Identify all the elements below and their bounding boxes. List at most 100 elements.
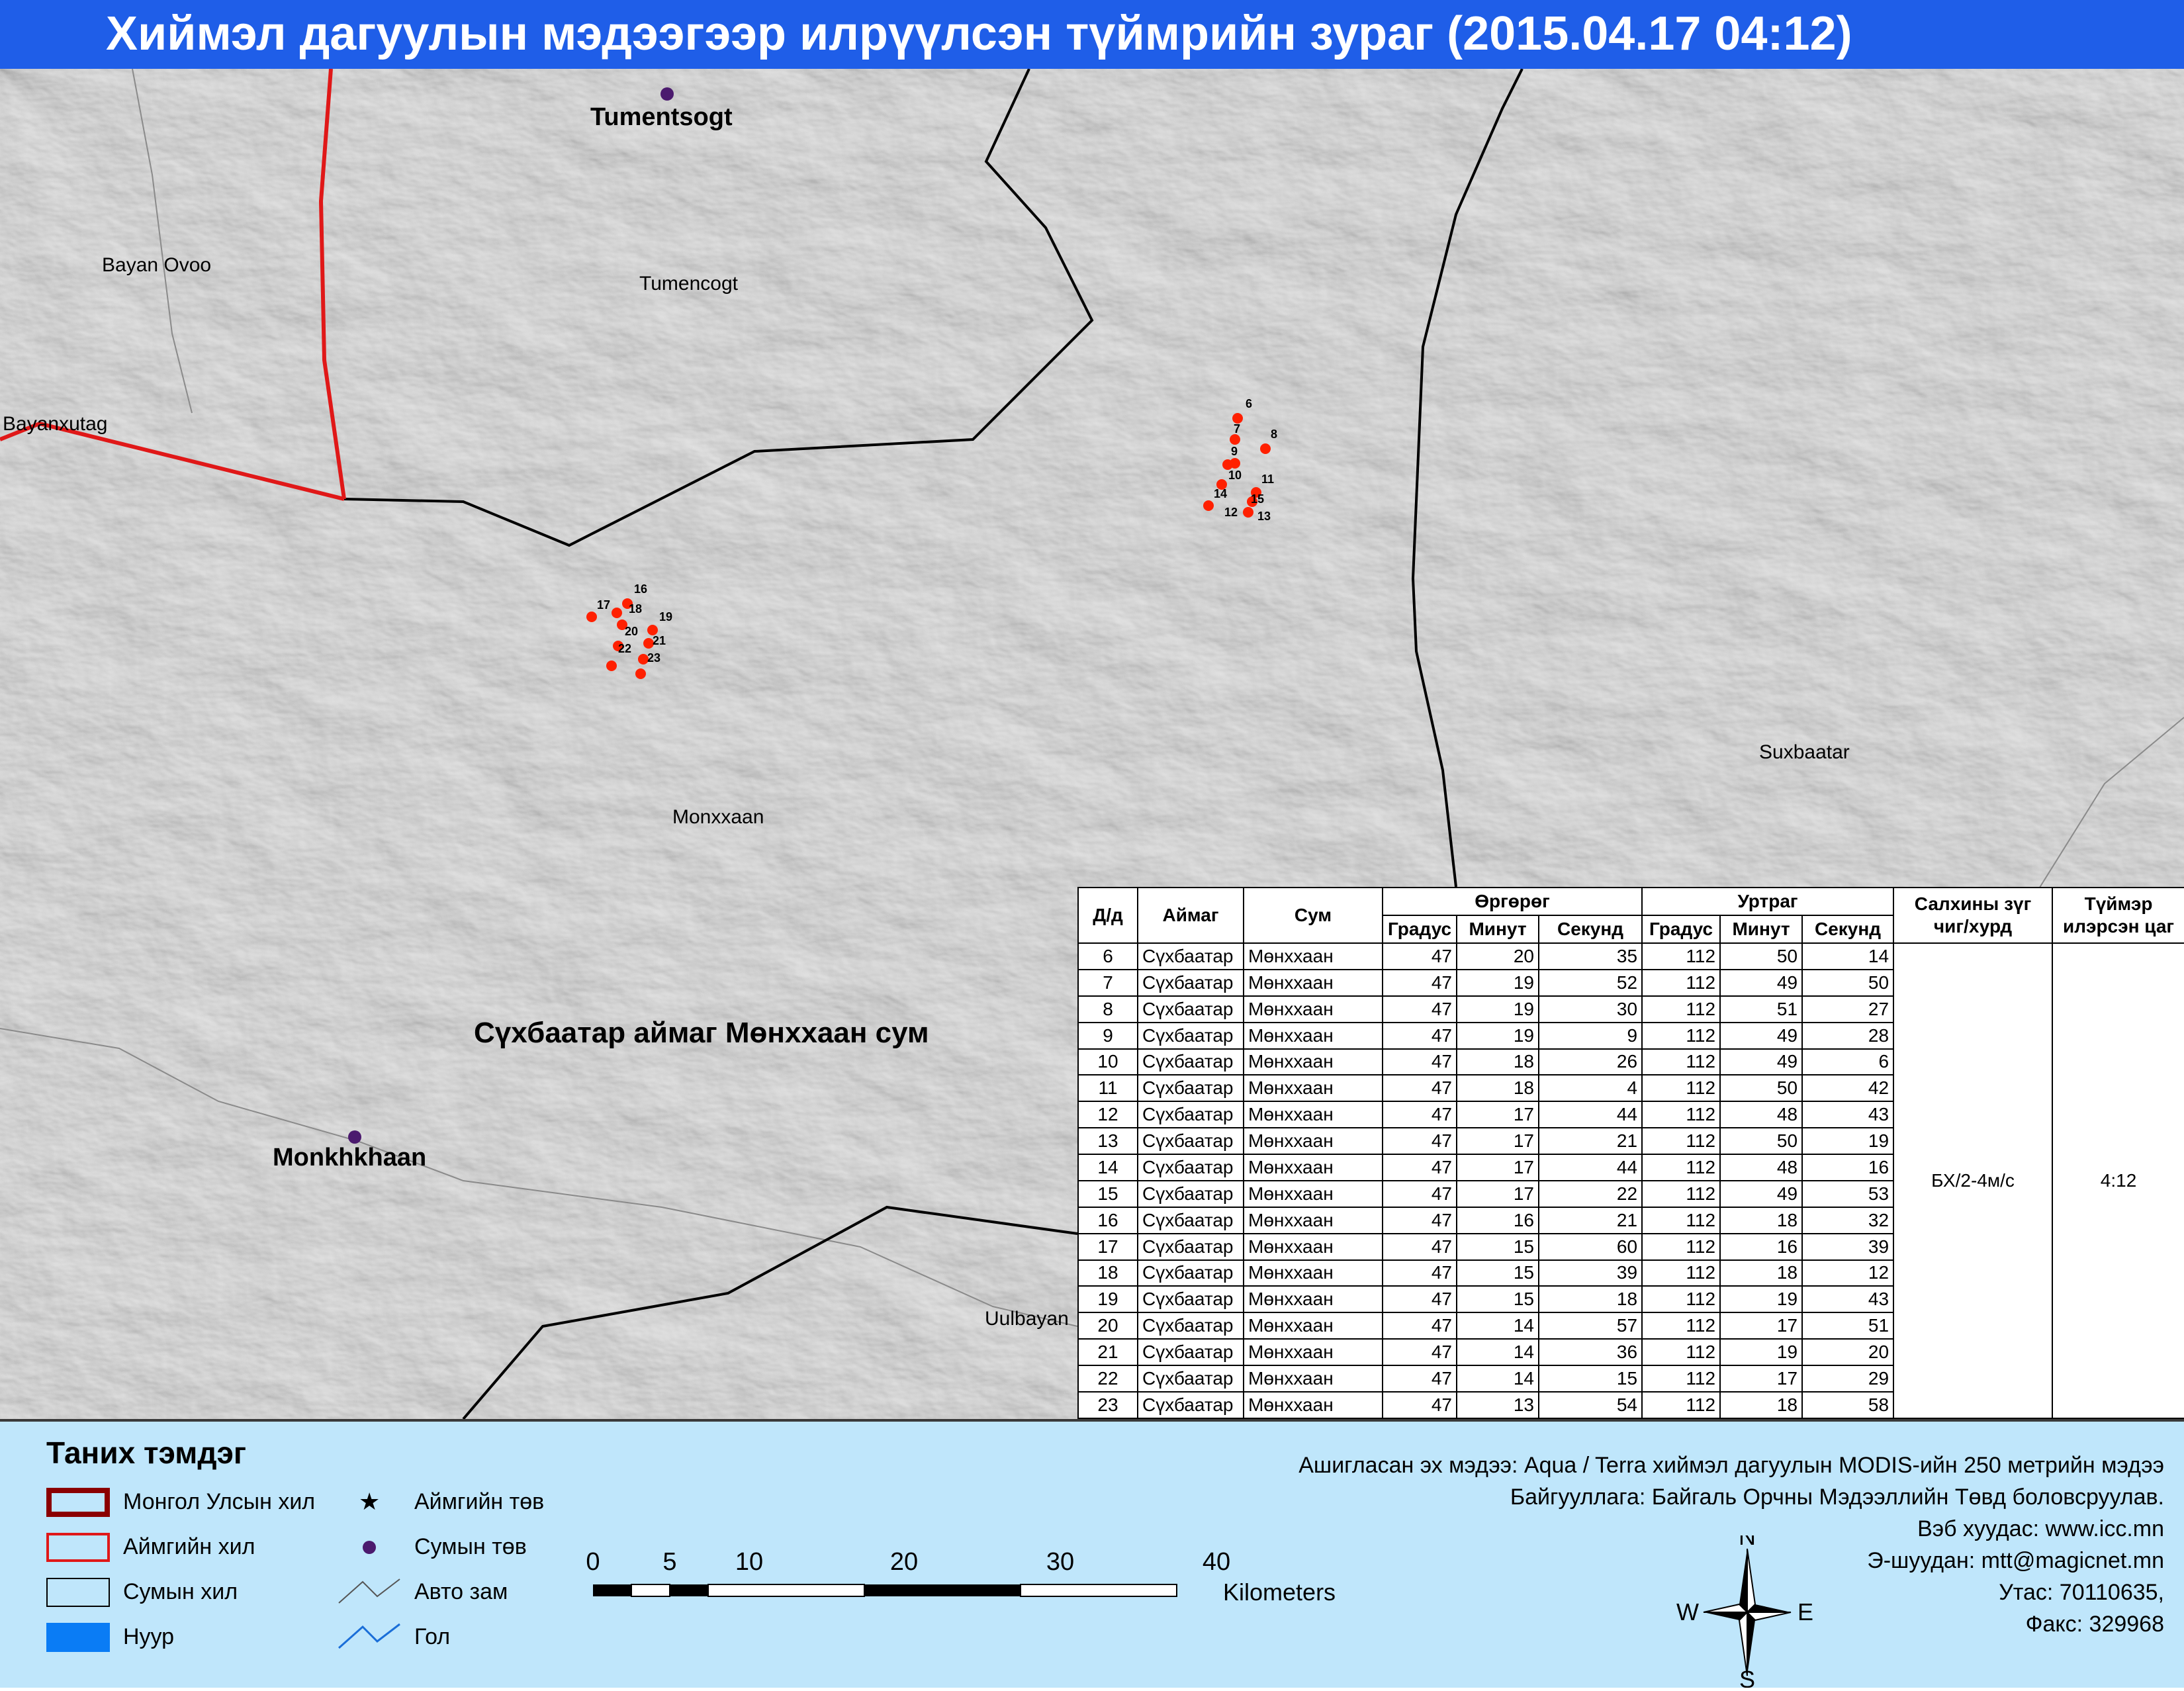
header-sum: Сум xyxy=(1243,887,1383,944)
fire-point-extra[interactable] xyxy=(606,661,617,671)
sum-border-swatch xyxy=(46,1578,110,1607)
cell-dd: 9 xyxy=(1077,1021,1138,1050)
cell-dd: 20 xyxy=(1077,1312,1138,1340)
sum-center-monkhkhaan[interactable] xyxy=(348,1130,361,1144)
cell-lon-degree: 112 xyxy=(1641,1021,1721,1050)
cell-aimag: Сүхбаатар xyxy=(1137,1048,1244,1076)
legend-aimag-border: Аймгийн хил xyxy=(123,1534,255,1559)
legend-road: Авто зам xyxy=(414,1579,508,1604)
fire-label-10: 10 xyxy=(1228,469,1242,482)
fire-point-8[interactable] xyxy=(1260,443,1271,454)
cell-lat-minute: 15 xyxy=(1456,1259,1539,1287)
cell-lon-minute: 17 xyxy=(1719,1312,1803,1340)
label-bayan-ovoo: Bayan Ovoo xyxy=(102,254,212,276)
fire-label-14: 14 xyxy=(1214,487,1227,500)
cell-lat-minute: 20 xyxy=(1456,942,1539,970)
cell-lat-degree: 47 xyxy=(1382,1021,1457,1050)
cell-aimag: Сүхбаатар xyxy=(1137,1232,1244,1261)
cell-lon-minute: 18 xyxy=(1719,1391,1803,1420)
cell-dd: 22 xyxy=(1077,1365,1138,1393)
cell-lon-degree: 112 xyxy=(1641,1048,1721,1076)
scale-bar-graphic: 0 5 10 20 30 40 Kilometers xyxy=(586,1548,1336,1606)
cell-aimag: Сүхбаатар xyxy=(1137,1391,1244,1420)
cell-aimag: Сүхбаатар xyxy=(1137,1074,1244,1103)
cell-aimag: Сүхбаатар xyxy=(1137,1285,1244,1314)
cell-lon-minute: 48 xyxy=(1719,1101,1803,1129)
cell-lat-degree: 47 xyxy=(1382,942,1457,970)
cell-lon-minute: 49 xyxy=(1719,1021,1803,1050)
label-tumentsogt: Tumentsogt xyxy=(590,103,733,131)
label-region: Сүхбаатар аймаг Мөнххаан сум xyxy=(474,1017,929,1049)
cell-lat-degree: 47 xyxy=(1382,1259,1457,1287)
cell-lon-minute: 50 xyxy=(1719,942,1803,970)
cell-lon-degree: 112 xyxy=(1641,1312,1721,1340)
cell-lat-second: 15 xyxy=(1537,1365,1643,1393)
cell-lat-minute: 18 xyxy=(1456,1048,1539,1076)
cell-sum: Мөнххаан xyxy=(1243,1179,1383,1208)
cell-lon-minute: 19 xyxy=(1719,1338,1803,1366)
header-aimag: Аймаг xyxy=(1137,887,1244,944)
compass-e: E xyxy=(1797,1598,1813,1625)
cell-lat-degree: 47 xyxy=(1382,1154,1457,1181)
compass-s: S xyxy=(1739,1666,1755,1688)
cell-lon-degree: 112 xyxy=(1641,942,1721,970)
cell-wind: БХ/2-4м/с xyxy=(1893,942,2054,1419)
legend-country-border: Монгол Улсын хил xyxy=(123,1489,316,1514)
cell-lon-second: 43 xyxy=(1801,1285,1895,1314)
cell-lon-second: 32 xyxy=(1801,1206,1895,1234)
cell-lat-second: 57 xyxy=(1537,1312,1643,1340)
header-lat-second: Секунд xyxy=(1537,915,1643,944)
fire-label-17: 17 xyxy=(597,598,610,612)
fire-point-17[interactable] xyxy=(586,612,597,622)
cell-lon-second: 19 xyxy=(1801,1127,1895,1155)
cell-lat-second: 30 xyxy=(1537,995,1643,1023)
fire-point-13[interactable] xyxy=(1243,507,1253,518)
cell-lat-minute: 14 xyxy=(1456,1312,1539,1340)
fire-label-16: 16 xyxy=(634,582,647,596)
fire-point-extra[interactable] xyxy=(635,668,646,679)
label-monxxaan: Monxxaan xyxy=(672,806,764,828)
cell-aimag: Сүхбаатар xyxy=(1137,1365,1244,1393)
cell-lat-minute: 14 xyxy=(1456,1338,1539,1366)
compass-icon: N S E W xyxy=(1676,1523,1813,1691)
cell-aimag: Сүхбаатар xyxy=(1137,1259,1244,1287)
fire-point-12[interactable] xyxy=(1203,500,1214,511)
cell-lon-second: 27 xyxy=(1801,995,1895,1023)
cell-lat-minute: 17 xyxy=(1456,1154,1539,1181)
cell-lon-second: 50 xyxy=(1801,968,1895,997)
cell-sum: Мөнххаан xyxy=(1243,1232,1383,1261)
scale-bar: 0 5 10 20 30 40 Kilometers xyxy=(582,1522,1390,1612)
cell-dd: 14 xyxy=(1077,1154,1138,1181)
cell-lat-second: 22 xyxy=(1537,1179,1643,1208)
cell-lon-minute: 50 xyxy=(1719,1127,1803,1155)
fire-point-18[interactable] xyxy=(612,608,622,618)
river-line-icon xyxy=(338,1623,400,1649)
cell-sum: Мөнххаан xyxy=(1243,968,1383,997)
legend-sum-center: Сумын төв xyxy=(414,1534,527,1559)
cell-sum: Мөнххаан xyxy=(1243,1285,1383,1314)
header-lon-second: Секунд xyxy=(1801,915,1895,944)
cell-sum: Мөнххаан xyxy=(1243,1127,1383,1155)
cell-sum: Мөнххаан xyxy=(1243,1391,1383,1420)
cell-aimag: Сүхбаатар xyxy=(1137,942,1244,970)
cell-lat-second: 60 xyxy=(1537,1232,1643,1261)
cell-aimag: Сүхбаатар xyxy=(1137,1338,1244,1366)
fire-point-7[interactable] xyxy=(1230,434,1240,445)
fire-label-23: 23 xyxy=(647,651,660,664)
table-body: 6 Сүхбаатар Мөнххаан 47 20 35 112 50 14 БХ/2-4м/с… xyxy=(1077,942,2184,1420)
compass-rose: N S E W xyxy=(1668,1523,1827,1691)
cell-lon-degree: 112 xyxy=(1641,1365,1721,1393)
cell-lon-minute: 18 xyxy=(1719,1259,1803,1287)
cell-sum: Мөнххаан xyxy=(1243,1154,1383,1181)
cell-lon-minute: 18 xyxy=(1719,1206,1803,1234)
cell-lat-minute: 19 xyxy=(1456,968,1539,997)
sum-center-tumentsogt[interactable] xyxy=(660,87,674,101)
cell-lat-degree: 47 xyxy=(1382,1285,1457,1314)
cell-lat-second: 21 xyxy=(1537,1206,1643,1234)
cell-lat-degree: 47 xyxy=(1382,1312,1457,1340)
scale-tick-5: 5 xyxy=(662,1548,676,1576)
cell-lon-minute: 49 xyxy=(1719,968,1803,997)
cell-lon-minute: 50 xyxy=(1719,1074,1803,1103)
sum-center-dot-icon xyxy=(363,1541,376,1554)
label-monkhkhaan: Monkhkhaan xyxy=(273,1144,427,1171)
